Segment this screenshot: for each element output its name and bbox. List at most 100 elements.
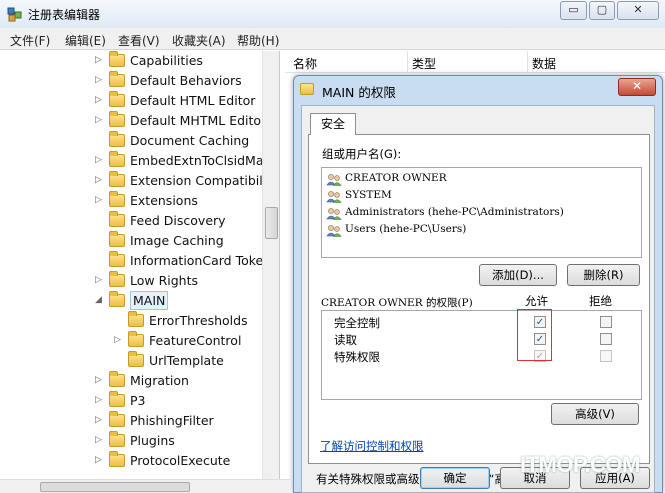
learn-more-link[interactable]: 了解访问控制和权限 (320, 438, 424, 454)
tree-item[interactable]: ▷ Default Behaviors (0, 71, 262, 91)
tree-item[interactable]: Image Caching (0, 231, 262, 251)
tree-item-label: EmbedExtnToClsidMap (130, 153, 272, 168)
tree-item[interactable]: InformationCard Tokens (0, 251, 278, 271)
tab-security[interactable]: 安全 (310, 113, 356, 135)
user-list[interactable]: CREATOR OWNER SYSTEM Administrators (hehe-… (321, 167, 642, 258)
folder-icon (128, 311, 144, 327)
user-name: Users (hehe-PC\Users) (345, 223, 467, 235)
tree-item-label: Capabilities (130, 53, 203, 68)
tree-item[interactable]: ErrorThresholds (0, 311, 262, 331)
menu-file[interactable]: 文件(F) (10, 32, 50, 49)
folder-icon (109, 211, 125, 227)
tree-item-label: Default HTML Editor (130, 93, 256, 108)
expand-right-icon[interactable]: ▷ (95, 115, 102, 125)
tree-item[interactable]: Document Caching (0, 131, 262, 151)
maximize-button[interactable]: ▢ (589, 1, 615, 20)
tree-item-label: PhishingFilter (130, 413, 214, 428)
minimize-button[interactable]: ▭ (560, 1, 587, 20)
tree-scroll-thumb[interactable] (265, 207, 278, 239)
tree-item[interactable]: ▷ Default MHTML Editor (0, 111, 266, 131)
regedit-icon (7, 7, 22, 22)
expand-right-icon[interactable]: ▷ (95, 55, 102, 65)
folder-icon (109, 271, 125, 287)
tree-item[interactable]: ▷ Extension Compatibility (0, 171, 279, 191)
menu-bar: 文件(F) 编辑(E) 查看(V) 收藏夹(A) 帮助(H) (0, 28, 665, 50)
dialog-close-button[interactable]: ✕ (618, 78, 656, 96)
close-icon: ✕ (631, 79, 643, 93)
tree-item[interactable]: UrlTemplate (0, 351, 262, 371)
deny-checkbox (600, 350, 612, 362)
tree-item-label: ErrorThresholds (149, 313, 248, 328)
tree-item[interactable]: ▷ PhishingFilter (0, 411, 262, 431)
tree-item-label: Document Caching (130, 133, 250, 148)
tree-item[interactable]: ◢ MAIN (0, 291, 262, 311)
tree-item-label: ProtocolExecute (130, 453, 231, 468)
tree-item[interactable]: ▷ Default HTML Editor (0, 91, 262, 111)
user-list-item[interactable]: Users (hehe-PC\Users) (326, 222, 636, 239)
user-list-item[interactable]: CREATOR OWNER (326, 171, 636, 188)
tree-item-label: Default Behaviors (130, 73, 242, 88)
column-name[interactable]: 名称 (293, 55, 317, 72)
permission-row: 完全控制 ✓ (322, 314, 641, 331)
user-list-item[interactable]: SYSTEM (326, 188, 636, 205)
tree-item[interactable]: ▷ Migration (0, 371, 262, 391)
expand-right-icon[interactable]: ▷ (95, 275, 102, 285)
tree-item-label: Low Rights (130, 273, 199, 288)
deny-checkbox[interactable] (600, 333, 612, 345)
menu-help[interactable]: 帮助(H) (237, 32, 279, 49)
expand-right-icon[interactable]: ▷ (95, 435, 102, 445)
expand-right-icon[interactable]: ▷ (95, 395, 102, 405)
menu-view[interactable]: 查看(V) (118, 32, 160, 49)
expand-right-icon[interactable]: ▷ (95, 455, 102, 465)
tree-item[interactable]: ▷ Low Rights (0, 271, 262, 291)
folder-icon (109, 131, 125, 147)
tree-item[interactable]: ▷ Extensions (0, 191, 262, 211)
user-list-item[interactable]: Administrators (hehe-PC\Administrators) (326, 205, 636, 222)
close-button[interactable]: ✕ (617, 1, 659, 20)
user-name: CREATOR OWNER (345, 172, 447, 184)
registry-tree: ▷ ProtocolExecute ▷ Plugins ▷ PhishingFilter ▷… (0, 51, 280, 479)
tree-item-label: InformationCard Tokens (130, 253, 278, 268)
column-type[interactable]: 类型 (412, 55, 436, 72)
permission-name: 特殊权限 (334, 350, 380, 364)
folder-icon (109, 391, 125, 407)
tree-item[interactable]: ▷ EmbedExtnToClsidMap (0, 151, 271, 171)
tree-item-label: Image Caching (130, 233, 224, 248)
expand-right-icon[interactable]: ▷ (95, 375, 102, 385)
column-data[interactable]: 数据 (532, 55, 556, 72)
tree-item-label: Default MHTML Editor (130, 113, 267, 128)
tree-vertical-scrollbar[interactable] (262, 51, 279, 479)
horizontal-scrollbar[interactable] (0, 479, 290, 493)
horizontal-scroll-thumb[interactable] (40, 482, 190, 492)
menu-favorites[interactable]: 收藏夹(A) (172, 32, 226, 49)
tree-item[interactable]: ▷ ProtocolExecute (0, 451, 262, 471)
expand-down-icon[interactable]: ◢ (95, 295, 102, 305)
tree-item[interactable]: ▷ P3 (0, 391, 262, 411)
tree-item[interactable]: ▷ Capabilities (0, 51, 262, 71)
permission-row: 读取 ✓ (322, 331, 641, 348)
expand-right-icon[interactable]: ▷ (95, 95, 102, 105)
tree-item[interactable]: ▷ Plugins (0, 431, 262, 451)
remove-button[interactable]: 删除(R) (567, 264, 640, 286)
window-titlebar: 注册表编辑器 ▭ ▢ ✕ (0, 0, 665, 28)
folder-icon (109, 111, 125, 127)
expand-right-icon[interactable]: ▷ (95, 75, 102, 85)
close-icon: ✕ (633, 3, 643, 16)
menu-edit[interactable]: 编辑(E) (65, 32, 106, 49)
tree-item[interactable]: Feed Discovery (0, 211, 262, 231)
user-group-icon (326, 174, 342, 186)
expand-right-icon[interactable]: ▷ (95, 155, 102, 165)
advanced-button[interactable]: 高级(V) (551, 403, 639, 425)
expand-right-icon[interactable]: ▷ (114, 335, 121, 345)
add-button[interactable]: 添加(D)... (479, 264, 557, 286)
deny-checkbox[interactable] (600, 316, 612, 328)
folder-icon (109, 91, 125, 107)
allow-highlight-box (517, 309, 552, 361)
tree-item-label: Extension Compatibility (130, 173, 279, 188)
expand-right-icon[interactable]: ▷ (95, 415, 102, 425)
permissions-table: 完全控制 ✓ 读取 ✓ 特殊权限 ✓ (321, 310, 642, 400)
expand-right-icon[interactable]: ▷ (95, 175, 102, 185)
expand-right-icon[interactable]: ▷ (95, 195, 102, 205)
ok-button[interactable]: 确定 (420, 467, 490, 489)
tree-item[interactable]: ▷ FeatureControl (0, 331, 262, 351)
